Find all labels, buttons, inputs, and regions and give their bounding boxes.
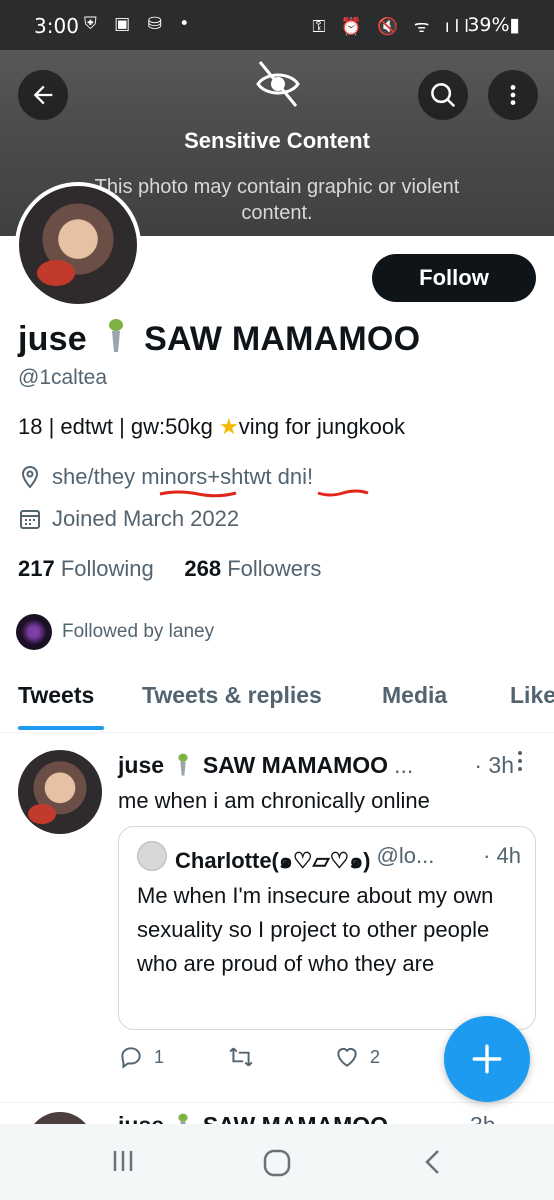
tweet-text: me when i am chronically online (118, 788, 430, 813)
heart-icon (337, 1047, 357, 1067)
tweet-avatar[interactable] (18, 750, 102, 834)
display-name-suffix: SAW MAMAMOO (144, 320, 421, 358)
search-button[interactable] (418, 70, 468, 120)
active-tab-indicator (18, 726, 104, 730)
quoted-tweet-time: · 4h (483, 843, 521, 868)
quoted-author-handle: @lo... (376, 843, 435, 868)
system-icons: ⚿ ⏰ 🔇 ᯤ ıll (312, 17, 474, 37)
back-arrow-icon (33, 85, 53, 105)
followed-by-text: Followed by laney (62, 621, 215, 642)
notification-icons: ⛨ ▣ ⛁ • (84, 14, 196, 34)
following-label: Following (60, 556, 154, 581)
profile-display-name: juse SAW MAMAMOO (18, 318, 420, 359)
profile-handle: @1caltea (18, 366, 108, 389)
eye-off-icon (256, 61, 300, 107)
follow-counts: 217 Following 268 Followers (18, 556, 321, 582)
followers-count: 268 (184, 556, 222, 581)
red-underline-dni (317, 489, 369, 497)
tweet-time[interactable]: · 3h (474, 752, 514, 779)
plus-icon (472, 1044, 502, 1074)
retweet-button[interactable] (228, 1044, 264, 1070)
following-link[interactable]: 217 Following (18, 556, 154, 581)
tweet-header: juse SAW MAMAMOO ... · 3h (118, 752, 538, 779)
more-vertical-icon (510, 85, 516, 105)
tweet-author-name-text: juse (118, 752, 165, 778)
back-button[interactable] (18, 70, 68, 120)
more-vertical-icon (518, 751, 522, 771)
quoted-tweet[interactable]: Charlotte(๑♡▱♡๑) @lo... · 4h Me when I'm… (118, 826, 536, 1030)
quoted-tweet-header: Charlotte(๑♡▱♡๑) @lo... · 4h (175, 843, 521, 878)
like-button[interactable]: 2 (334, 1044, 380, 1070)
following-count: 217 (18, 556, 55, 581)
reply-button[interactable]: 1 (118, 1044, 164, 1070)
bio-text-start: 18 | edtwt | gw:50kg (18, 414, 219, 439)
tab-tweets[interactable]: Tweets (18, 682, 94, 709)
back-nav-icon[interactable] (422, 1148, 444, 1176)
followers-link[interactable]: 268 Followers (184, 556, 321, 581)
profile-location: she/they minors+shtwt dni! (18, 464, 313, 490)
quoted-tweet-text: Me when I'm insecure about my own sexual… (137, 883, 494, 976)
joined-text: Joined March 2022 (52, 506, 240, 531)
calendar-icon (20, 510, 40, 529)
name-truncation: ... (394, 752, 414, 778)
knife-emoji-icon (178, 753, 189, 776)
red-underline-minors (159, 490, 237, 498)
location-text: she/they minors+shtwt dni! (52, 464, 314, 489)
retweet-icon (229, 1047, 253, 1067)
profile-bio: 18 | edtwt | gw:50kg ★ving for jungkook (18, 414, 405, 440)
tweet-more-button[interactable] (516, 750, 524, 772)
tab-tweets-replies[interactable]: Tweets & replies (142, 682, 322, 709)
profile-tabs: Tweets Tweets & replies Media Likes (0, 668, 554, 733)
system-navigation-bar (0, 1124, 554, 1200)
profile-avatar[interactable] (15, 182, 141, 308)
search-icon (431, 83, 456, 108)
tab-likes[interactable]: Likes (510, 682, 554, 709)
more-options-button[interactable] (488, 70, 538, 120)
tweet-author-name[interactable]: juse SAW MAMAMOO (118, 752, 388, 779)
home-icon[interactable] (262, 1148, 292, 1178)
reply-count: 1 (154, 1046, 165, 1067)
battery-indicator: 39%▮ (467, 14, 520, 36)
status-bar: 3:00 ⛨ ▣ ⛁ • ⚿ ⏰ 🔇 ᯤ ıll 39%▮ (0, 0, 554, 50)
quoted-author-avatar (137, 841, 167, 871)
like-count: 2 (370, 1046, 381, 1067)
location-pin-icon (21, 465, 39, 489)
display-name-text: juse (18, 320, 87, 358)
bio-text-end: ving for jungkook (238, 414, 406, 439)
sensitive-content-title: Sensitive Content (184, 128, 370, 153)
tab-media[interactable]: Media (382, 682, 447, 709)
recent-apps-icon[interactable] (110, 1148, 136, 1174)
followers-label: Followers (227, 556, 322, 581)
follow-button[interactable]: Follow (372, 254, 536, 302)
tweet-author-suffix: SAW MAMAMOO (202, 752, 389, 778)
star-emoji-icon: ★ (219, 414, 239, 439)
followed-by[interactable]: Followed by laney (16, 614, 214, 650)
quoted-author-name: Charlotte(๑♡▱♡๑) (175, 848, 371, 873)
knife-emoji-icon (108, 319, 123, 352)
follower-avatar (16, 614, 52, 650)
tweet-actions: 1 2 (118, 1038, 418, 1078)
status-time: 3:00 (34, 14, 79, 38)
profile-joined-date: Joined March 2022 (18, 506, 239, 532)
compose-tweet-button[interactable] (444, 1016, 530, 1102)
reply-icon (121, 1047, 141, 1069)
